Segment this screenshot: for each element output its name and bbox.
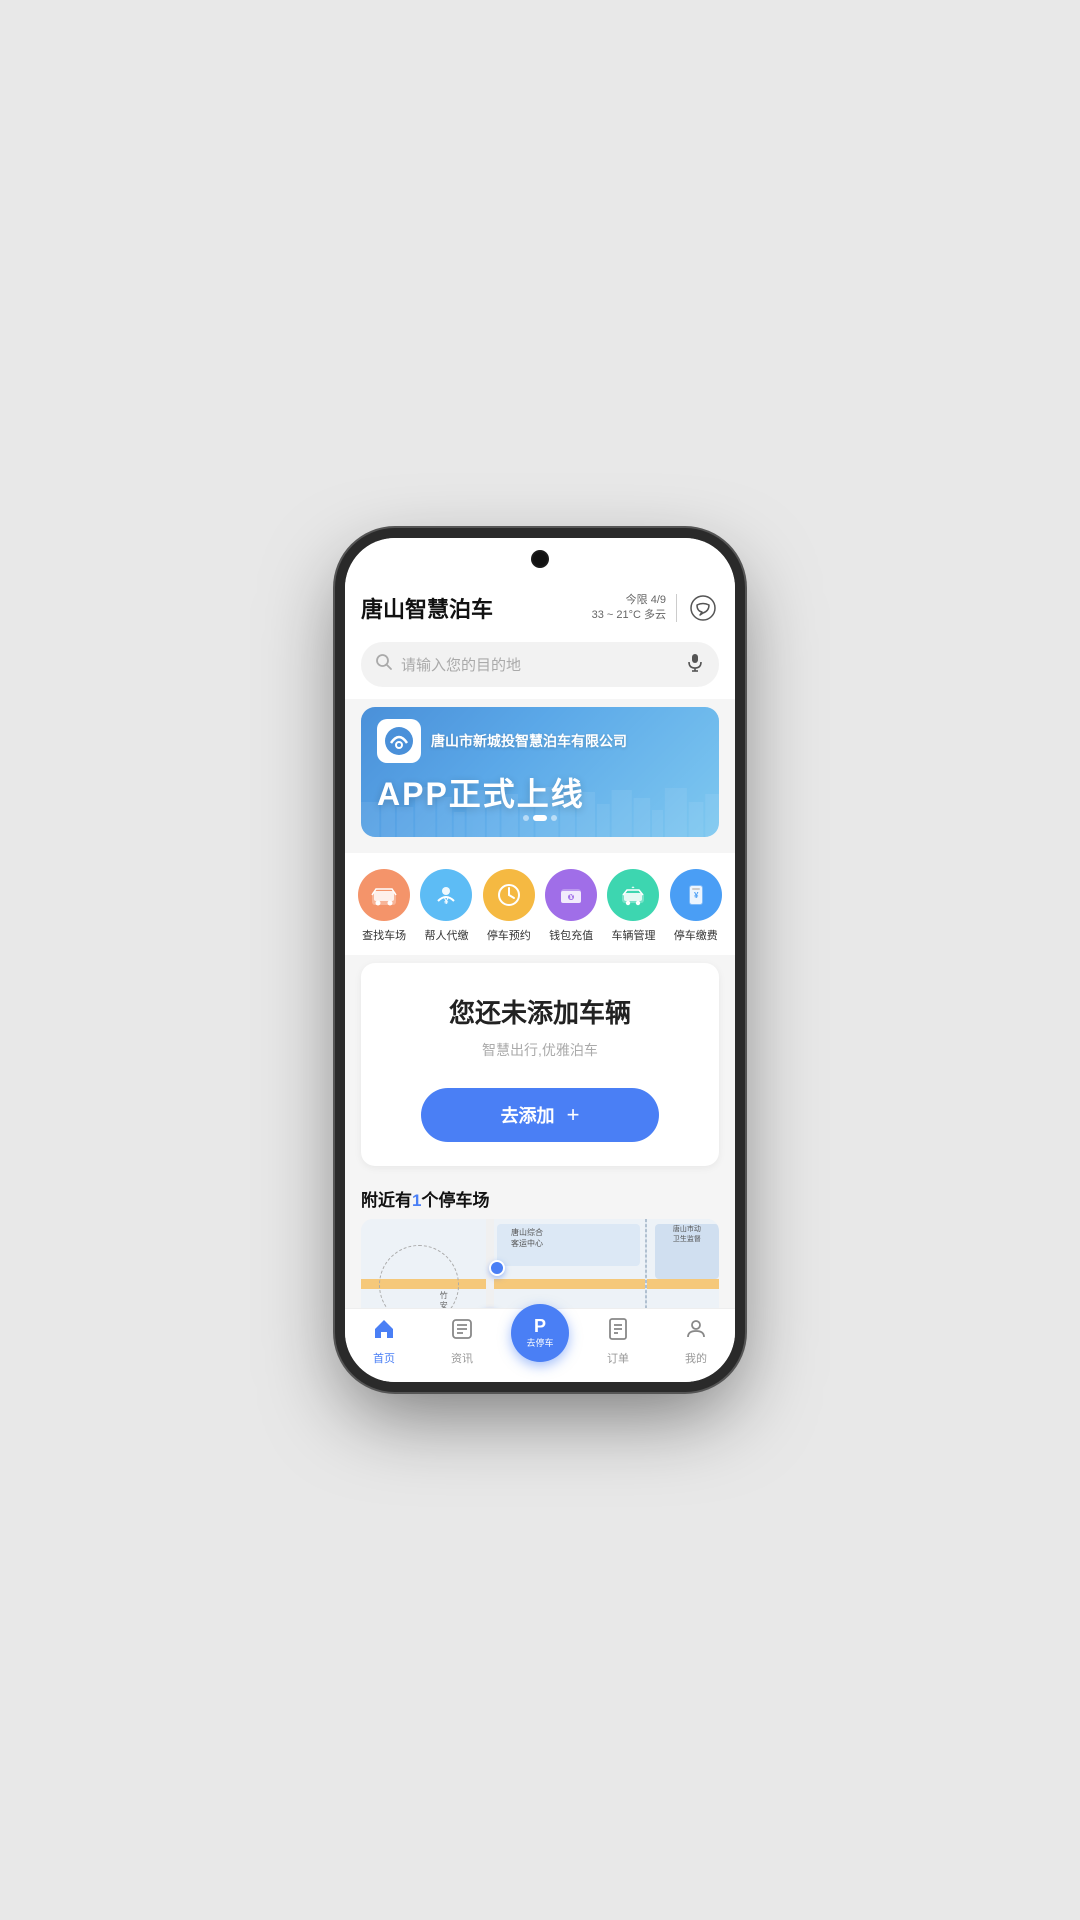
- vehicle-empty-sub: 智慧出行,优雅泊车: [381, 1040, 699, 1060]
- search-input-wrap[interactable]: 请输入您的目的地: [361, 642, 719, 687]
- quick-actions-row: 查找车场 ¥ 帮人代缴: [353, 869, 727, 943]
- qa-wallet-label: 钱包充值: [549, 927, 593, 943]
- nav-orders-label: 订单: [607, 1350, 629, 1366]
- home-icon: [372, 1317, 396, 1347]
- header: 唐山智慧泊车 今限 4/9 33 ~ 21°C 多云: [345, 582, 735, 634]
- map-container[interactable]: 唐山综合 客运中心 唐山市动 卫生监督 竹 安 南 路 P: [361, 1219, 719, 1308]
- qa-wallet[interactable]: ¥ 钱包充值: [544, 869, 598, 943]
- nearby-section: 附近有1个停车场 唐山综合 客运中心 唐山市动 卫生监督 竹 安 南 路: [345, 1174, 735, 1308]
- camera-notch: [533, 552, 547, 566]
- weather-temp: 33 ~ 21°C 多云: [592, 608, 666, 623]
- add-vehicle-btn-plus: +: [567, 1102, 580, 1128]
- search-icon: [375, 653, 393, 676]
- qa-pay-parking[interactable]: ¥ 停车缴费: [669, 869, 723, 943]
- map-label-transport: 唐山综合 客运中心: [497, 1227, 557, 1249]
- qa-pay-others-label: 帮人代缴: [424, 927, 468, 943]
- quick-actions: 查找车场 ¥ 帮人代缴: [345, 853, 735, 955]
- nav-news-label: 资讯: [451, 1350, 473, 1366]
- qa-find-lot[interactable]: 查找车场: [357, 869, 411, 943]
- orders-icon: [606, 1317, 630, 1347]
- svg-text:¥: ¥: [694, 891, 699, 900]
- map-label-health: 唐山市动 卫生监督: [662, 1224, 712, 1244]
- nav-news[interactable]: 资讯: [423, 1317, 501, 1366]
- qa-pay-others-icon: ¥: [420, 869, 472, 921]
- map-user-pin: [489, 1260, 505, 1276]
- nav-mine-label: 我的: [685, 1350, 707, 1366]
- qa-vehicle-mgmt-label: 车辆管理: [611, 927, 655, 943]
- map-dashed-circle: [379, 1245, 459, 1308]
- bottom-nav: 首页 资讯 P 去停车: [345, 1308, 735, 1382]
- message-icon[interactable]: [687, 592, 719, 624]
- qa-reserve[interactable]: 停车预约: [482, 869, 536, 943]
- nearby-prefix: 附近有: [361, 1191, 412, 1210]
- qa-reserve-label: 停车预约: [487, 927, 531, 943]
- search-placeholder: 请输入您的目的地: [401, 654, 677, 675]
- nav-center: P 去停车: [501, 1322, 579, 1362]
- parking-p-icon: P: [534, 1317, 546, 1335]
- add-vehicle-btn-label: 去添加: [501, 1102, 555, 1128]
- qa-find-lot-label: 查找车场: [362, 927, 406, 943]
- nearby-title: 附近有1个停车场: [361, 1186, 719, 1211]
- app-title: 唐山智慧泊车: [361, 592, 493, 624]
- weather-limit: 今限 4/9: [592, 593, 666, 608]
- banner-top: 唐山市新城投智慧泊车有限公司: [377, 719, 703, 763]
- add-vehicle-button[interactable]: 去添加 +: [421, 1088, 660, 1142]
- qa-pay-others[interactable]: ¥ 帮人代缴: [419, 869, 473, 943]
- banner-logo: [377, 719, 421, 763]
- dot-1: [523, 815, 529, 821]
- dot-2: [533, 815, 547, 821]
- vehicle-card: 您还未添加车辆 智慧出行,优雅泊车 去添加 +: [361, 963, 719, 1166]
- banner-company: 唐山市新城投智慧泊车有限公司: [431, 731, 627, 751]
- weather-info: 今限 4/9 33 ~ 21°C 多云: [592, 593, 666, 624]
- svg-text:¥: ¥: [444, 897, 449, 906]
- banner-main-text: APP正式上线: [377, 769, 703, 815]
- banner[interactable]: 唐山市新城投智慧泊车有限公司 APP正式上线: [361, 707, 719, 837]
- nearby-suffix: 个停车场: [421, 1191, 489, 1210]
- nav-orders[interactable]: 订单: [579, 1317, 657, 1366]
- vehicle-empty-title: 您还未添加车辆: [381, 993, 699, 1030]
- dot-3: [551, 815, 557, 821]
- map-bg: 唐山综合 客运中心 唐山市动 卫生监督 竹 安 南 路 P: [361, 1219, 719, 1308]
- app-content: 唐山智慧泊车 今限 4/9 33 ~ 21°C 多云: [345, 582, 735, 1308]
- qa-find-lot-icon: [358, 869, 410, 921]
- nav-home[interactable]: 首页: [345, 1317, 423, 1366]
- header-divider: [676, 594, 677, 622]
- qa-vehicle-mgmt-icon: [607, 869, 659, 921]
- nav-home-label: 首页: [373, 1350, 395, 1366]
- phone-frame: 唐山智慧泊车 今限 4/9 33 ~ 21°C 多云: [345, 538, 735, 1382]
- nav-parking-button[interactable]: P 去停车: [511, 1304, 569, 1362]
- qa-pay-parking-icon: ¥: [670, 869, 722, 921]
- banner-overlay: 唐山市新城投智慧泊车有限公司 APP正式上线: [361, 707, 719, 837]
- qa-pay-parking-label: 停车缴费: [674, 927, 718, 943]
- nav-parking-label: 去停车: [526, 1336, 553, 1349]
- qa-reserve-icon: [483, 869, 535, 921]
- qa-wallet-icon: ¥: [545, 869, 597, 921]
- search-bar: 请输入您的目的地: [345, 634, 735, 699]
- nav-mine[interactable]: 我的: [657, 1317, 735, 1366]
- qa-vehicle-mgmt[interactable]: 车辆管理: [606, 869, 660, 943]
- banner-dots: [377, 815, 703, 825]
- news-icon: [450, 1317, 474, 1347]
- header-right: 今限 4/9 33 ~ 21°C 多云: [592, 592, 719, 624]
- mine-icon: [684, 1317, 708, 1347]
- map-road-dashed: [645, 1219, 647, 1308]
- voice-icon[interactable]: [685, 652, 705, 677]
